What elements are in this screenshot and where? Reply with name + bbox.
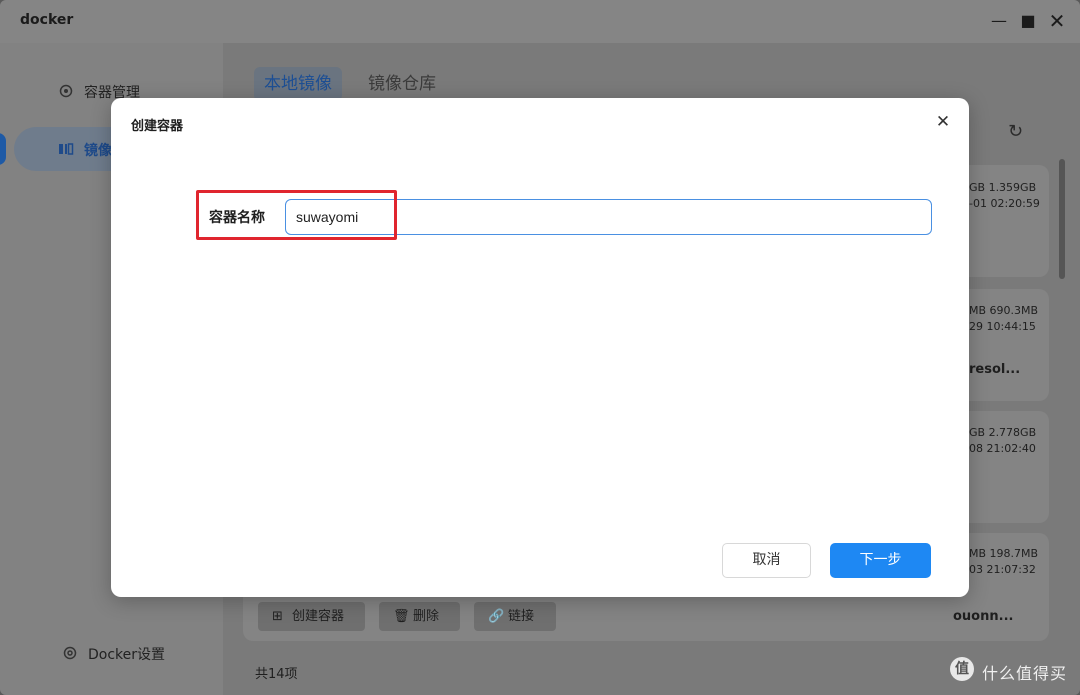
image-date: 29 10:44:15: [969, 320, 1036, 333]
image-size: GB 2.778GB: [969, 426, 1037, 439]
create-container-dialog: 创建容器 ✕ 容器名称 取消 下一步: [111, 98, 969, 597]
close-icon[interactable]: ✕: [933, 112, 953, 132]
image-size: GB 1.359GB: [969, 181, 1037, 194]
cancel-button[interactable]: 取消: [722, 543, 811, 578]
minimize-icon[interactable]: —: [988, 10, 1010, 32]
item-count: 共14项: [255, 667, 298, 682]
sidebar-item-docker-settings[interactable]: Docker设置: [0, 631, 223, 675]
tab-image-repository[interactable]: 镜像仓库: [358, 67, 446, 101]
sidebar-item-label: 镜像: [84, 143, 112, 159]
docker-settings-icon: [62, 645, 78, 661]
image-date: 08 21:02:40: [969, 442, 1036, 455]
link-button[interactable]: 🔗 链接: [474, 602, 556, 631]
dialog-title: 创建容器: [131, 119, 184, 134]
active-indicator: [0, 133, 6, 165]
link-icon: 🔗: [488, 609, 505, 624]
docker-window: docker — ■ ✕ 容器管理 镜像 Docker设置 本地镜像 镜像仓库 …: [0, 0, 1080, 695]
close-window-icon[interactable]: ✕: [1046, 10, 1068, 32]
create-container-button[interactable]: ⊞ 创建容器: [258, 602, 365, 631]
image-size: MB 690.3MB: [969, 304, 1039, 317]
refresh-icon[interactable]: ↻: [1008, 121, 1028, 142]
watermark-text: 什么值得买: [982, 664, 1068, 683]
app-title: docker: [20, 12, 74, 28]
container-name-input[interactable]: [285, 199, 932, 235]
tab-local-images[interactable]: 本地镜像: [254, 67, 342, 101]
image-layers-icon: [58, 141, 74, 157]
title-bar: docker — ■ ✕: [0, 0, 1080, 43]
next-step-button[interactable]: 下一步: [830, 543, 931, 578]
scrollbar[interactable]: [1059, 159, 1065, 279]
image-name: resol...: [969, 362, 1021, 377]
watermark-logo-icon: 值: [950, 657, 974, 681]
delete-button[interactable]: 🗑 删除: [379, 602, 460, 631]
maximize-icon[interactable]: ■: [1017, 10, 1039, 32]
sidebar-item-label: Docker设置: [88, 647, 166, 663]
add-container-icon: ⊞: [272, 609, 283, 624]
settings-gear-icon: [58, 83, 74, 99]
image-date: 03 21:07:32: [969, 563, 1036, 576]
image-date: -01 02:20:59: [969, 197, 1040, 210]
container-name-label: 容器名称: [209, 210, 265, 226]
trash-icon: 🗑: [393, 609, 410, 624]
image-size: MB 198.7MB: [969, 547, 1039, 560]
image-name: ouonn...: [953, 609, 1014, 624]
